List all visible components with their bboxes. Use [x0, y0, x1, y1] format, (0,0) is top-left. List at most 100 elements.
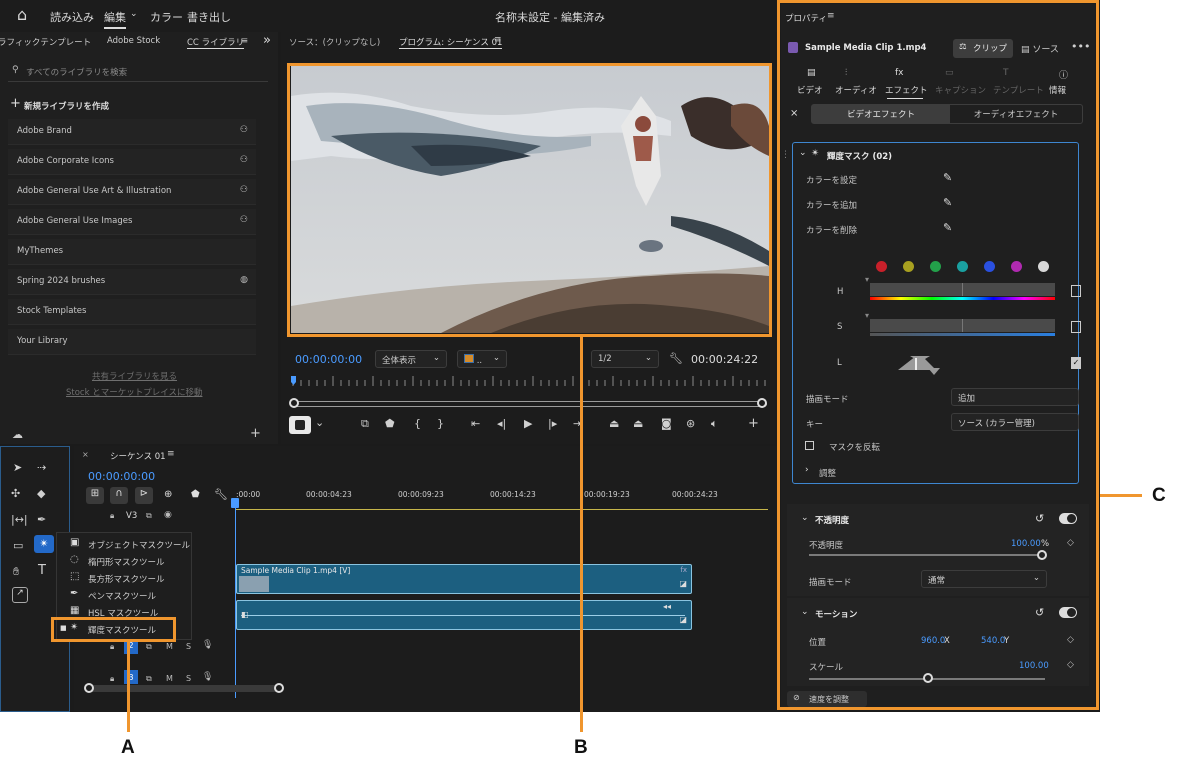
search-input[interactable]: すべてのライブラリを検索 — [26, 66, 127, 78]
wrench-icon[interactable]: 🔧︎ — [669, 352, 683, 365]
camera-icon[interactable]: ◙ — [661, 417, 672, 430]
scroll-handle-left[interactable] — [289, 398, 299, 408]
library-item[interactable]: Adobe General Use Art & Illustration ⚇ — [8, 179, 256, 205]
library-item[interactable]: Stock Templates — [8, 299, 256, 325]
track-select-icon[interactable]: ⇢ — [37, 461, 46, 474]
tab-source[interactable]: ソース：(クリップなし) — [289, 36, 380, 48]
lock-icon[interactable]: 🔒︎ — [110, 511, 114, 521]
mark-in-icon[interactable]: { — [414, 417, 421, 430]
program-timecode[interactable]: 00:00:00:00 — [295, 353, 362, 366]
menu-color[interactable]: カラー — [150, 9, 183, 25]
marker-icon[interactable]: ⬟ — [385, 417, 395, 430]
playhead-handle[interactable] — [231, 498, 239, 508]
sync-lock-icon[interactable]: ⧉ — [146, 642, 152, 652]
panel-menu-icon[interactable]: ≡ — [241, 36, 248, 46]
playhead[interactable] — [235, 498, 236, 698]
type-tool-icon[interactable]: T — [38, 563, 46, 578]
overlay-select[interactable]: .. ⌄ — [457, 350, 507, 368]
library-search[interactable]: ⚲ すべてのライブラリを検索 — [8, 60, 268, 82]
timeline-tab[interactable]: シーケンス 01 — [110, 450, 166, 462]
mic-icon[interactable]: 🎙︎ — [202, 640, 213, 650]
close-icon[interactable]: × — [82, 450, 89, 459]
lift-icon[interactable]: ⏏ — [609, 417, 619, 430]
sync-lock-icon[interactable]: ⧉ — [146, 674, 152, 684]
create-library-button[interactable]: 新規ライブラリを作成 — [24, 100, 109, 112]
mask-tool-item[interactable]: 楕円形マスクツール — [88, 556, 165, 568]
scroll-handle-left[interactable] — [84, 683, 94, 693]
stock-market-link[interactable]: Stock とマーケットプレイスに移動 — [66, 386, 202, 398]
snap-icon[interactable]: ∩ — [110, 487, 128, 504]
solo-button[interactable]: S — [186, 674, 191, 683]
video-clip[interactable]: Sample Media Clip 1.mp4 [V] fx ◪ — [236, 564, 692, 594]
chevron-down-icon[interactable]: ⌄ — [315, 416, 324, 429]
rectangle-tool-icon[interactable]: ▭ — [13, 539, 23, 552]
library-item[interactable]: Your Library — [8, 329, 256, 355]
step-back-icon[interactable]: ◂| — [497, 417, 506, 430]
comparison-icon[interactable]: ⊛ — [686, 417, 695, 430]
timeline-wrench-icon[interactable]: 🔧︎ — [214, 488, 228, 501]
solo-button[interactable]: S — [186, 642, 191, 651]
timeline-marker-icon[interactable]: ⬟ — [191, 489, 200, 500]
play-icon[interactable]: ▶ — [524, 417, 532, 430]
add-item-icon[interactable]: + — [250, 426, 261, 441]
library-item-status-icon[interactable]: ⚇ — [240, 185, 248, 195]
add-edit-icon[interactable]: ⊕ — [164, 489, 172, 500]
timeline-scrollbar[interactable] — [88, 685, 280, 692]
mark-out-icon[interactable]: } — [437, 417, 444, 430]
scroll-handle-right[interactable] — [274, 683, 284, 693]
mute-button[interactable]: M — [166, 642, 173, 651]
plus-icon[interactable]: + — [10, 96, 21, 111]
lock-icon[interactable]: 🔒︎ — [110, 674, 114, 684]
export-frame-icon[interactable]: ⧉ — [361, 417, 369, 431]
tab-program[interactable]: プログラム: シーケンス 01 — [399, 36, 503, 49]
sync-lock-icon[interactable]: ⧉ — [146, 511, 152, 521]
zoom-select[interactable]: 全体表示 ⌄ — [375, 350, 447, 368]
mask-tool-item[interactable]: 長方形マスクツール — [88, 573, 165, 585]
tab-cc-libraries[interactable]: CC ライブラリ — [187, 36, 245, 49]
program-menu-icon[interactable]: ≡ — [494, 35, 502, 45]
shared-libraries-link[interactable]: 共有ライブラリを見る — [92, 370, 177, 382]
timeline-menu-icon[interactable]: ≡ — [167, 449, 175, 459]
tab-adobe-stock[interactable]: Adobe Stock — [107, 36, 160, 46]
ripple-edit-icon[interactable]: ✣ — [11, 487, 20, 500]
menu-export[interactable]: 書き出し — [187, 9, 231, 25]
eye-icon[interactable]: ◉ — [164, 510, 172, 520]
nest-icon[interactable]: ⊞ — [86, 487, 104, 504]
record-button[interactable] — [289, 416, 311, 434]
audio-clip[interactable]: ◂◂ ◪ ◧ — [236, 600, 692, 630]
mic-icon[interactable]: 🎙︎ — [202, 672, 213, 682]
mask-tool-item[interactable]: ペンマスクツール — [88, 590, 156, 602]
go-to-in-icon[interactable]: ⇤ — [471, 417, 480, 430]
linked-select-icon[interactable]: ⊳ — [135, 487, 153, 504]
library-item[interactable]: Adobe Corporate Icons ⚇ — [8, 149, 256, 175]
step-forward-icon[interactable]: |▸ — [548, 417, 557, 430]
cloud-icon[interactable]: ☁ — [12, 428, 23, 441]
library-item-status-icon[interactable]: ⚇ — [240, 125, 248, 135]
work-area-bar[interactable] — [236, 504, 768, 510]
lock-icon[interactable]: 🔒︎ — [110, 642, 114, 652]
library-item[interactable]: Adobe Brand ⚇ — [8, 119, 256, 145]
generative-extend-icon[interactable]: ↗ — [12, 587, 28, 603]
monitor-ruler[interactable] — [289, 374, 769, 388]
home-icon[interactable]: ⌂ — [17, 5, 27, 24]
library-item-status-icon[interactable]: ⚇ — [240, 215, 248, 225]
monitor-scrollbar[interactable] — [291, 401, 767, 407]
tab-graphic-templates[interactable]: ラフィックテンプレート — [0, 36, 91, 48]
hand-tool-icon[interactable]: ✋︎ — [13, 565, 19, 579]
menu-import[interactable]: 読み込み — [50, 9, 94, 25]
library-item[interactable]: Adobe General Use Images ⚇ — [8, 209, 256, 235]
library-item-status-icon[interactable]: ◍ — [240, 275, 248, 285]
menu-edit[interactable]: 編集 — [104, 9, 126, 29]
slip-tool-icon[interactable]: |↔| — [11, 513, 28, 526]
resolution-select[interactable]: 1/2 ⌄ — [591, 350, 659, 368]
timeline-timecode[interactable]: 00:00:00:00 — [88, 470, 155, 483]
extract-icon[interactable]: ⏏ — [633, 417, 643, 430]
library-item-status-icon[interactable]: ⚇ — [240, 155, 248, 165]
mask-tool-icon[interactable]: ✴ — [34, 535, 54, 553]
pen-tool-icon[interactable]: ✒ — [37, 513, 46, 526]
selection-tool-icon[interactable]: ➤ — [13, 461, 22, 474]
razor-tool-icon[interactable]: ◆ — [37, 487, 45, 500]
scroll-handle-right[interactable] — [757, 398, 767, 408]
mute-button[interactable]: M — [166, 674, 173, 683]
chevron-down-icon[interactable]: ⌄ — [130, 9, 138, 19]
